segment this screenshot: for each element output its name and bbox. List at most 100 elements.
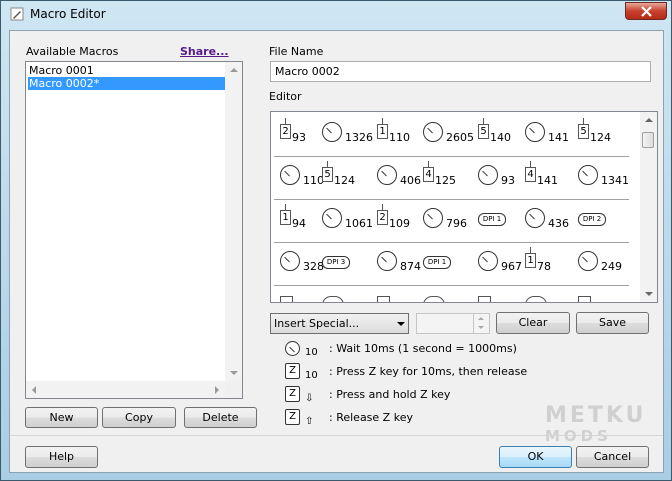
legend-text: : Wait 10ms (1 second = 1000ms)	[329, 342, 517, 355]
new-button[interactable]: New	[25, 407, 98, 428]
clock-icon	[478, 251, 498, 271]
macro-list-item[interactable]: Macro 0002*	[28, 77, 239, 90]
macro-step[interactable]: 1326	[321, 112, 373, 152]
step-duration: 124	[590, 131, 611, 144]
share-link[interactable]: Share...	[180, 45, 229, 58]
macro-step[interactable]: 4 125	[422, 155, 468, 195]
scroll-left-icon[interactable]	[32, 386, 36, 394]
editor-row: 2 93 1326 1 110 2605 5 140 141 5 124	[274, 112, 629, 157]
file-name-label: File Name	[269, 45, 324, 58]
key-press-icon: 2	[377, 210, 388, 225]
editor-vertical-scrollbar[interactable]	[640, 112, 657, 302]
step-duration: 2605	[446, 131, 474, 144]
close-icon	[641, 6, 652, 17]
help-button[interactable]: Help	[25, 446, 98, 468]
macro-step[interactable]: DPI 2	[577, 198, 623, 238]
macro-step[interactable]: 141	[524, 112, 570, 152]
editor-row: 1 94 1061 2 109 796 DPI 1 436 DPI 2	[274, 198, 629, 243]
legend-subscript: 10	[305, 370, 318, 381]
macro-step[interactable]: 93	[477, 155, 523, 195]
spin-down-icon[interactable]	[478, 326, 484, 329]
dpi-icon: DPI 1	[478, 213, 506, 226]
cancel-button-label: Cancel	[593, 450, 632, 463]
step-duration: 140	[490, 131, 511, 144]
macro-step[interactable]: 2 109	[376, 198, 422, 238]
macro-step[interactable]: 328	[279, 241, 325, 281]
step-duration: 796	[446, 217, 467, 230]
macro-list[interactable]: Macro 0001 Macro 0002*	[25, 61, 243, 399]
clock-icon	[322, 122, 342, 142]
scroll-up-icon[interactable]	[230, 68, 238, 72]
legend-row: Z 10: Press Z key for 10ms, then release	[285, 363, 527, 386]
macro-step[interactable]: 4 141	[524, 155, 570, 195]
key-press-icon: 5	[578, 124, 589, 139]
macro-step[interactable]: 110	[279, 155, 325, 195]
macro-step[interactable]: 1341	[577, 155, 629, 195]
step-duration: 78	[537, 260, 551, 273]
new-button-label: New	[49, 411, 74, 424]
scroll-thumb[interactable]	[642, 132, 654, 148]
available-macros-label: Available Macros	[26, 45, 119, 58]
step-duration: 94	[292, 217, 306, 230]
scroll-right-icon[interactable]	[215, 386, 219, 394]
macro-step[interactable]: 967	[477, 241, 523, 281]
step-duration: 141	[537, 174, 558, 187]
clear-button-label: Clear	[518, 316, 548, 329]
macro-step[interactable]: DPI 1	[422, 241, 468, 281]
dpi-icon: DPI 1	[423, 256, 451, 269]
delete-button[interactable]: Delete	[184, 407, 257, 428]
macro-step[interactable]: 406	[376, 155, 422, 195]
file-name-value: Macro 0002	[275, 65, 340, 78]
step-duration: 1341	[601, 174, 629, 187]
copy-button[interactable]: Copy	[102, 407, 176, 428]
ok-button-label: OK	[527, 450, 544, 463]
title-bar[interactable]: Macro Editor	[1, 1, 671, 27]
macro-step[interactable]: 1 78	[524, 241, 570, 281]
watermark-line1: METKU	[545, 403, 647, 428]
insert-special-dropdown[interactable]: Insert Special...	[270, 313, 409, 334]
step-duration: 125	[435, 174, 456, 187]
clock-icon	[423, 296, 445, 302]
macro-step[interactable]: 2605	[422, 112, 474, 152]
macro-step[interactable]: 436	[524, 198, 570, 238]
macro-step[interactable]: 1 94	[279, 198, 325, 238]
scroll-corner	[225, 381, 242, 398]
macro-step[interactable]: 1 110	[376, 112, 422, 152]
dpi-icon: DPI 3	[322, 256, 350, 269]
clear-button[interactable]: Clear	[496, 312, 570, 334]
cancel-button[interactable]: Cancel	[576, 446, 649, 468]
step-duration: 110	[389, 131, 410, 144]
ok-button[interactable]: OK	[499, 446, 572, 468]
spinner-buttons[interactable]	[473, 314, 489, 333]
macro-step[interactable]: 796	[422, 198, 468, 238]
legend-row: Z ⇧: Release Z key	[285, 409, 525, 432]
macro-list-vertical-scrollbar[interactable]	[225, 62, 242, 381]
legend-text: : Press and hold Z key	[329, 388, 451, 401]
macro-step[interactable]: 2 93	[279, 112, 325, 152]
macro-step[interactable]: 5 124	[577, 112, 623, 152]
macro-step[interactable]: 5 124	[321, 155, 367, 195]
file-name-input[interactable]: Macro 0002	[270, 61, 651, 82]
scroll-down-icon[interactable]	[645, 292, 653, 296]
value-spinner[interactable]	[416, 313, 490, 334]
macro-step[interactable]: 249	[577, 241, 623, 281]
macro-step[interactable]: 874	[376, 241, 422, 281]
scroll-up-icon[interactable]	[645, 118, 653, 122]
macro-step[interactable]: DPI 1	[477, 198, 523, 238]
step-duration: 141	[548, 131, 569, 144]
macro-list-item[interactable]: Macro 0001	[28, 64, 239, 77]
macro-step[interactable]: 5 140	[477, 112, 523, 152]
close-button[interactable]	[625, 2, 667, 20]
key-icon: Z	[285, 409, 300, 425]
scroll-down-icon[interactable]	[230, 371, 238, 375]
spin-up-icon[interactable]	[478, 317, 484, 320]
clock-icon	[377, 165, 397, 185]
macro-editor-area[interactable]: 2 93 1326 1 110 2605 5 140 141 5 124 110 5 124 406 4 125…	[270, 111, 658, 303]
clock-icon	[377, 251, 397, 271]
macro-list-horizontal-scrollbar[interactable]	[26, 381, 225, 398]
save-button[interactable]: Save	[576, 312, 649, 334]
watermark-logo: METKU MODS	[545, 403, 647, 446]
macro-step[interactable]: 1061	[321, 198, 373, 238]
macro-editor-window: Macro Editor Available Macros Share... M…	[0, 0, 672, 481]
macro-step[interactable]: DPI 3	[321, 241, 367, 281]
